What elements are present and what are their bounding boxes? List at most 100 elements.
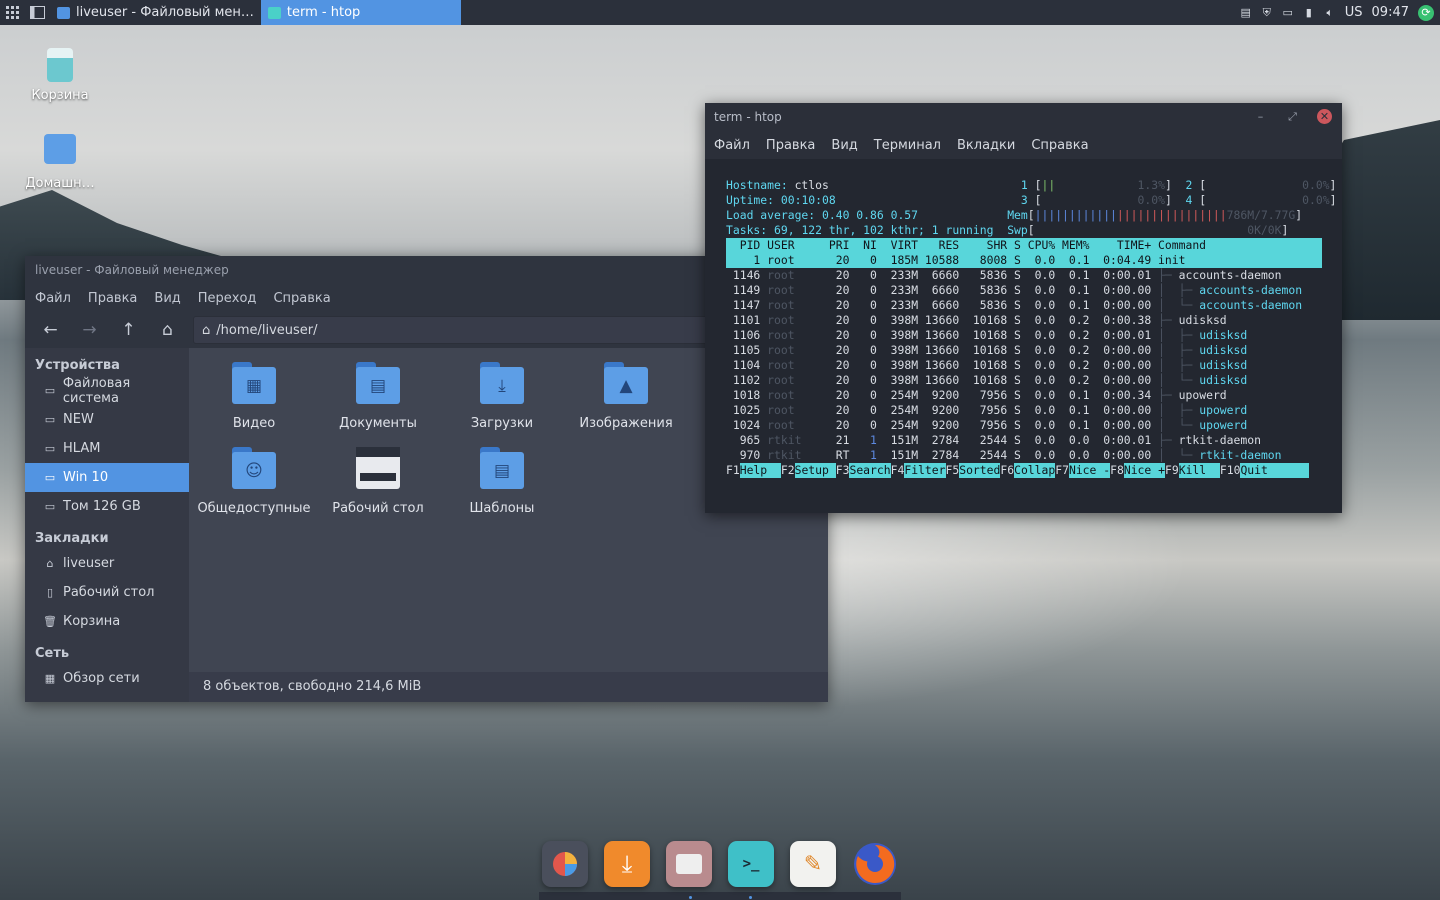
mem-bar: |||||||||||||||| xyxy=(1116,208,1227,222)
home-icon[interactable]: ⌂ xyxy=(148,315,187,345)
drive-icon: ▭ xyxy=(44,442,56,455)
shield-icon[interactable]: ⛨ xyxy=(1261,6,1273,19)
htop-header-text: PID USER PRI NI VIRT RES SHR S CPU% MEM%… xyxy=(726,238,1433,252)
process-ni: 0 xyxy=(856,343,877,357)
process-user: root xyxy=(767,283,829,297)
process-pri: 20 xyxy=(828,388,857,402)
battery-icon[interactable]: ▮ xyxy=(1303,6,1315,19)
htop-screen[interactable]: Hostname: ctlos 1 [|| 1.3%] 2 [ 0.0%] Upt… xyxy=(726,178,1336,478)
process-pid: 1105 xyxy=(726,343,768,357)
path-bar[interactable]: ⌂ /home/liveuser/ xyxy=(193,316,723,344)
download-icon: ⤓ xyxy=(480,362,524,404)
sidebar-item-browse-network[interactable]: ▦ Обзор сети xyxy=(25,664,189,693)
folder-item-desktop[interactable]: Рабочий стол xyxy=(316,447,440,516)
clock[interactable]: 09:47 xyxy=(1372,5,1409,20)
swp-bracket: ] xyxy=(1281,223,1289,237)
sidebar-item-trash[interactable]: 🗑︎ Корзина xyxy=(25,607,189,636)
up-arrow-icon[interactable]: ↑ xyxy=(109,315,148,345)
sidebar-item-label: HLAM xyxy=(63,441,101,456)
terminal-app-icon[interactable]: >_ xyxy=(728,841,774,887)
process-ni: 0 xyxy=(856,328,877,342)
keyboard-layout[interactable]: US xyxy=(1345,5,1363,20)
drive-icon: ▭ xyxy=(44,413,56,426)
download-manager-icon[interactable]: ⤓ xyxy=(604,841,650,887)
htop-summary-value: 69, 122 thr, 102 kthr; 1 running xyxy=(774,223,994,237)
sidebar-item-liveuser[interactable]: ⌂ liveuser xyxy=(25,549,189,578)
app-menu-icon[interactable] xyxy=(0,0,25,25)
process-stats: 233M 6660 5836 S 0.0 0.1 0:00.00 xyxy=(876,283,1159,297)
process-user: rtkit xyxy=(767,433,829,447)
process-pid: 1018 xyxy=(726,388,768,402)
process-pri: 20 xyxy=(828,268,857,282)
fkey-label: Search xyxy=(849,463,891,478)
process-command: rtkit-daemon xyxy=(1199,448,1282,462)
display-icon[interactable]: ▭ xyxy=(1282,6,1294,19)
terminal-window: term - htop – ⤢ ✕ Файл Правка Вид Термин… xyxy=(705,103,1342,513)
pie-chart-app-icon[interactable] xyxy=(542,841,588,887)
sidebar-item-win10[interactable]: ▭ Win 10 xyxy=(25,463,189,492)
taskbar-item-file-manager[interactable]: liveuser - Файловый мен… xyxy=(50,0,261,25)
sidebar-item-label: Файловая система xyxy=(62,375,131,406)
menu-file[interactable]: Файл xyxy=(35,291,71,306)
desktop-icon-home[interactable]: Домашн… xyxy=(15,134,105,191)
htop-spacer xyxy=(993,223,1007,237)
process-command: upowerd xyxy=(1199,418,1248,432)
cpu-bar: || xyxy=(1041,178,1056,192)
sidebar-item-filesystem[interactable]: ▭ Файловая система xyxy=(25,375,189,406)
sidebar-item-desktop[interactable]: ▯ Рабочий стол xyxy=(25,578,189,607)
maximize-icon[interactable]: ⤢ xyxy=(1285,109,1300,124)
menu-view[interactable]: Вид xyxy=(831,138,857,153)
show-desktop-icon[interactable] xyxy=(25,0,50,25)
files-app-icon[interactable] xyxy=(666,841,712,887)
firefox-icon[interactable] xyxy=(852,841,898,887)
folder-item-video[interactable]: ▦ Видео xyxy=(192,362,316,431)
htop-process-row: 1025 root 20 0 254M 9200 7956 S 0.0 0.1 … xyxy=(726,403,1322,418)
menu-view[interactable]: Вид xyxy=(154,291,180,306)
sidebar-item-new[interactable]: ▭ NEW xyxy=(25,405,189,434)
menu-edit[interactable]: Правка xyxy=(88,291,137,306)
forward-arrow-icon[interactable]: → xyxy=(70,315,109,345)
sidebar-item-volume-126gb[interactable]: ▭ Том 126 GB xyxy=(25,492,189,521)
trash-icon: 🗑︎ xyxy=(43,615,57,628)
folder-item-downloads[interactable]: ⤓ Загрузки xyxy=(440,362,564,431)
cpu-value: 0.0% xyxy=(1206,193,1330,207)
cpu-value: 1.3% xyxy=(1055,178,1165,192)
window-title[interactable]: term - htop – ⤢ ✕ xyxy=(705,103,1342,131)
menu-terminal[interactable]: Терминал xyxy=(874,138,941,153)
taskbar-item-terminal[interactable]: term - htop xyxy=(260,0,461,25)
back-arrow-icon[interactable]: ← xyxy=(31,315,70,345)
process-tree: ├─ xyxy=(1158,268,1179,282)
menu-file[interactable]: Файл xyxy=(714,138,750,153)
process-pid: 1104 xyxy=(726,358,768,372)
htop-process-row: 1101 root 20 0 398M 13660 10168 S 0.0 0.… xyxy=(726,313,1322,328)
process-ni: 1 xyxy=(856,448,877,462)
user-icon: ☺ xyxy=(232,447,276,489)
text-editor-icon[interactable]: ✎ xyxy=(790,841,836,887)
menu-tabs[interactable]: Вкладки xyxy=(957,138,1015,153)
close-icon[interactable]: ✕ xyxy=(1317,109,1332,124)
folder-item-images[interactable]: ▲ Изображения xyxy=(564,362,688,431)
menu-edit[interactable]: Правка xyxy=(766,138,815,153)
sidebar-item-hlam[interactable]: ▭ HLAM xyxy=(25,434,189,463)
htop-process-row: 1 root 20 0 185M 10588 8008 S 0.0 0.1 0:… xyxy=(726,253,1322,268)
process-stats: 398M 13660 10168 S 0.0 0.2 0:00.00 xyxy=(876,373,1159,387)
menu-go[interactable]: Переход xyxy=(198,291,257,306)
folder-item-templates[interactable]: ▤ Шаблоны xyxy=(440,447,564,516)
process-user: root xyxy=(767,343,829,357)
folder-item-public[interactable]: ☺ Общедоступные xyxy=(192,447,316,516)
menu-help[interactable]: Справка xyxy=(1031,138,1088,153)
desktop-icon-trash[interactable]: Корзина xyxy=(15,48,105,103)
process-stats: 398M 13660 10168 S 0.0 0.2 0:00.01 xyxy=(876,328,1159,342)
sidebar-item-label: NEW xyxy=(63,412,94,427)
minimize-icon[interactable]: – xyxy=(1253,109,1268,124)
menu-help[interactable]: Справка xyxy=(273,291,330,306)
process-tree: ├─ xyxy=(1158,313,1179,327)
htop-summary-label: Tasks: xyxy=(726,223,775,237)
cpu-id: 3 xyxy=(1007,193,1035,207)
folder-item-documents[interactable]: ▤ Документы xyxy=(316,362,440,431)
swp-bracket: [ xyxy=(1027,223,1035,237)
clipboard-icon[interactable]: ▤ xyxy=(1240,6,1252,19)
htop-process-row: 1106 root 20 0 398M 13660 10168 S 0.0 0.… xyxy=(726,328,1322,343)
volume-icon[interactable]: 🔈︎ xyxy=(1324,6,1336,19)
update-icon[interactable]: ⟳ xyxy=(1418,4,1434,21)
